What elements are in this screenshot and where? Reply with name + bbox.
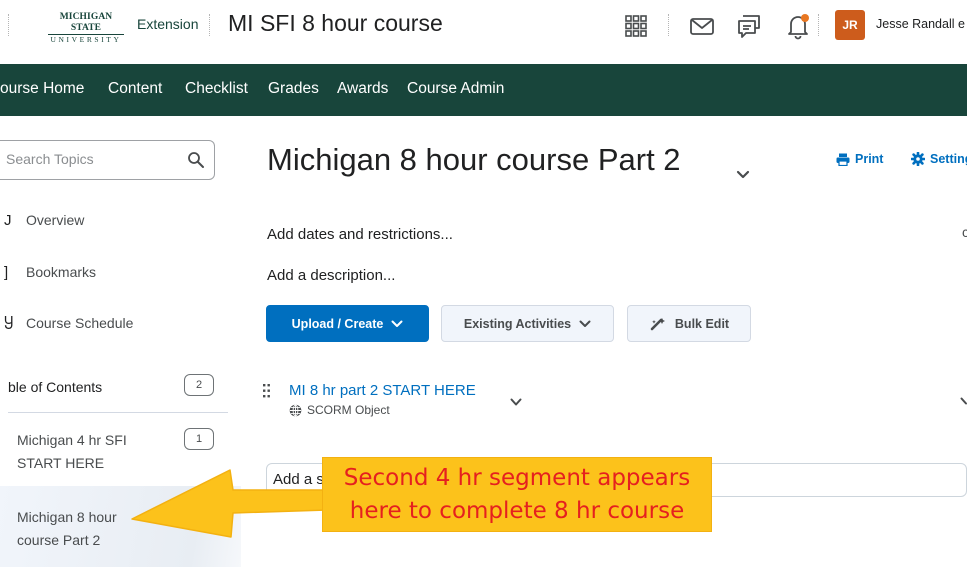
header-separator	[8, 14, 9, 36]
avatar[interactable]: JR	[835, 10, 865, 40]
calendar-icon: Ⴘ	[4, 316, 14, 333]
sidebar-item-bookmarks[interactable]: ] Bookmarks	[0, 264, 230, 304]
existing-activities-button[interactable]: Existing Activities	[441, 305, 614, 342]
drag-handle-icon[interactable]	[263, 383, 271, 399]
nav-content[interactable]: Content	[108, 80, 162, 98]
mail-icon[interactable]	[688, 12, 716, 40]
chevron-down-icon[interactable]	[510, 398, 522, 407]
nav-course-admin[interactable]: Course Admin	[407, 80, 504, 98]
content-sidebar: J Overview ] Bookmarks Ⴘ Course Schedule…	[0, 116, 241, 567]
bulk-edit-button[interactable]: Bulk Edit	[627, 305, 751, 342]
bookmark-icon: ]	[4, 264, 9, 281]
course-navbar: ourse Home Content Checklist Grades Awar…	[0, 64, 967, 116]
nav-course-home[interactable]: ourse Home	[0, 80, 84, 98]
header-separator	[209, 14, 210, 36]
chevron-down-icon	[391, 320, 403, 327]
settings-button[interactable]: Settings	[911, 152, 967, 166]
course-title[interactable]: MI SFI 8 hour course	[228, 10, 443, 37]
nav-awards[interactable]: Awards	[337, 80, 388, 98]
gear-icon	[911, 152, 925, 166]
printer-icon	[836, 153, 850, 166]
sidebar-divider	[8, 412, 228, 413]
print-button[interactable]: Print	[836, 152, 883, 166]
chevron-down-icon	[579, 320, 591, 327]
toc-module-michigan-8hr-part2[interactable]: Michigan 8 hour course Part 2	[17, 506, 117, 552]
toc-module-michigan-4hr[interactable]: Michigan 4 hr SFI START HERE	[17, 429, 127, 475]
sidebar-item-label: Bookmarks	[26, 264, 97, 280]
nav-grades[interactable]: Grades	[268, 80, 319, 98]
upload-create-button[interactable]: Upload / Create	[266, 305, 429, 342]
table-of-contents-link[interactable]: ble of Contents	[8, 379, 102, 395]
header-separator	[818, 14, 819, 36]
add-dates-restrictions-link[interactable]: Add dates and restrictions...	[267, 226, 453, 243]
header-separator	[668, 14, 669, 36]
top-bar: MICHIGAN STATE UNIVERSITY Extension MI S…	[0, 0, 967, 64]
module-title: Michigan 8 hour course Part 2	[267, 142, 681, 177]
edge-clipped-text: c	[962, 224, 967, 240]
callout-annotation: Second 4 hr segment appears here to comp…	[322, 457, 712, 532]
sidebar-item-course-schedule[interactable]: Ⴘ Course Schedule	[0, 315, 230, 355]
bell-icon[interactable]	[784, 12, 812, 40]
globe-icon	[289, 404, 302, 417]
chevron-down-icon[interactable]	[736, 170, 750, 180]
module-count-badge: 1	[184, 428, 214, 450]
msu-logo[interactable]: MICHIGAN STATE UNIVERSITY	[48, 12, 124, 44]
magic-wand-icon	[650, 317, 665, 330]
sidebar-item-label: Overview	[26, 212, 85, 228]
grid-icon[interactable]	[622, 12, 650, 40]
search-topics-input[interactable]	[6, 151, 176, 167]
toc-count-badge: 2	[184, 374, 214, 396]
logo-extension-text: Extension	[137, 16, 199, 32]
sidebar-item-label: Course Schedule	[26, 315, 134, 331]
chevron-down-icon[interactable]	[960, 397, 967, 406]
user-name[interactable]: Jesse Randall e	[876, 17, 965, 31]
add-description-link[interactable]: Add a description...	[267, 267, 395, 284]
activity-title-link[interactable]: MI 8 hr part 2 START HERE	[289, 382, 476, 399]
overview-icon: J	[4, 212, 12, 229]
notification-dot	[801, 14, 809, 22]
search-topics-box	[0, 140, 215, 180]
sidebar-item-overview[interactable]: J Overview	[0, 212, 230, 252]
chat-icon[interactable]	[735, 12, 763, 40]
activity-type-label: SCORM Object	[307, 403, 390, 417]
nav-checklist[interactable]: Checklist	[185, 80, 248, 98]
search-icon[interactable]	[187, 151, 205, 169]
